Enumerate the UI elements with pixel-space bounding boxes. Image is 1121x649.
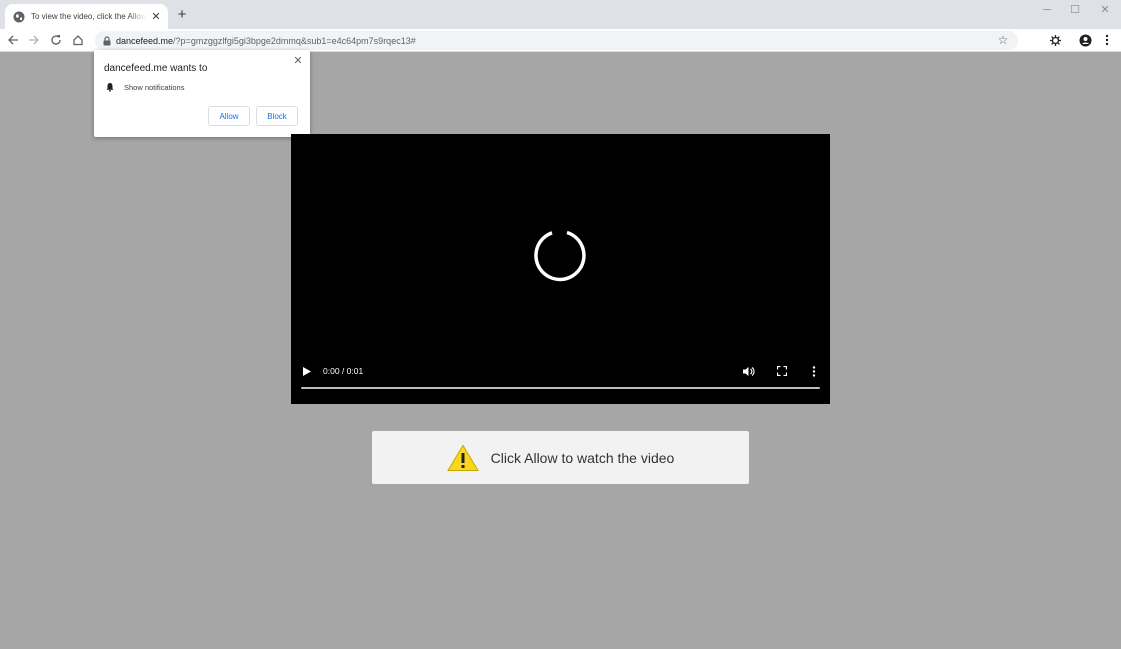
video-time: 0:00 / 0:01 (323, 366, 364, 376)
popup-title: dancefeed.me wants to (104, 63, 208, 74)
tab-title: To view the video, click the Allow butto… (31, 12, 146, 21)
menu-kebab-icon[interactable] (1099, 32, 1115, 48)
url-host: dancefeed.me (116, 35, 174, 46)
reload-icon[interactable] (47, 31, 65, 49)
fullscreen-icon[interactable] (775, 365, 789, 377)
new-tab-button[interactable]: + (174, 6, 190, 24)
volume-icon[interactable] (742, 365, 756, 377)
loading-spinner-icon (534, 230, 586, 282)
banner-text: Click Allow to watch the video (490, 449, 675, 466)
browser-tab[interactable]: To view the video, click the Allow butto… (5, 4, 168, 29)
play-icon[interactable] (301, 365, 313, 377)
browser-toolbar: dancefeed.me/?p=gmzggzlfgi5gi3bpge2dmmq&… (0, 29, 1121, 52)
tab-close-icon[interactable]: ✕ (150, 11, 162, 23)
globe-icon (13, 11, 25, 22)
window-close-icon[interactable]: ✕ (1098, 3, 1112, 17)
maximize-icon[interactable]: ☐ (1068, 3, 1082, 17)
permission-row: Show notifications (105, 82, 184, 92)
lock-icon[interactable] (102, 35, 112, 46)
instruction-banner: Click Allow to watch the video (372, 431, 749, 484)
video-options-icon[interactable] (809, 365, 819, 377)
back-icon[interactable] (4, 31, 22, 49)
bookmark-star-icon[interactable]: ☆ (996, 33, 1010, 47)
video-player[interactable]: 0:00 / 0:01 (291, 134, 830, 404)
address-bar[interactable]: dancefeed.me/?p=gmzggzlfgi5gi3bpge2dmmq&… (95, 31, 1018, 50)
home-icon[interactable] (69, 31, 87, 49)
video-progress-bar[interactable] (301, 387, 820, 389)
block-button[interactable]: Block (256, 106, 298, 126)
minimize-icon[interactable]: ─ (1040, 3, 1054, 17)
profile-avatar-icon[interactable] (1077, 32, 1093, 48)
allow-button[interactable]: Allow (208, 106, 250, 126)
bell-icon (106, 83, 114, 92)
warning-icon (446, 444, 479, 471)
forward-icon[interactable] (25, 31, 43, 49)
popup-close-icon[interactable]: ✕ (292, 55, 304, 67)
extension-icon[interactable] (1047, 32, 1063, 48)
url-path: /?p=gmzggzlfgi5gi3bpge2dmmq&sub1=e4c64pm… (173, 35, 416, 46)
permission-label: Show notifications (124, 82, 185, 92)
notification-permission-popup: dancefeed.me wants to ✕ Show notificatio… (94, 50, 310, 137)
tab-strip: To view the video, click the Allow butto… (0, 0, 1121, 29)
